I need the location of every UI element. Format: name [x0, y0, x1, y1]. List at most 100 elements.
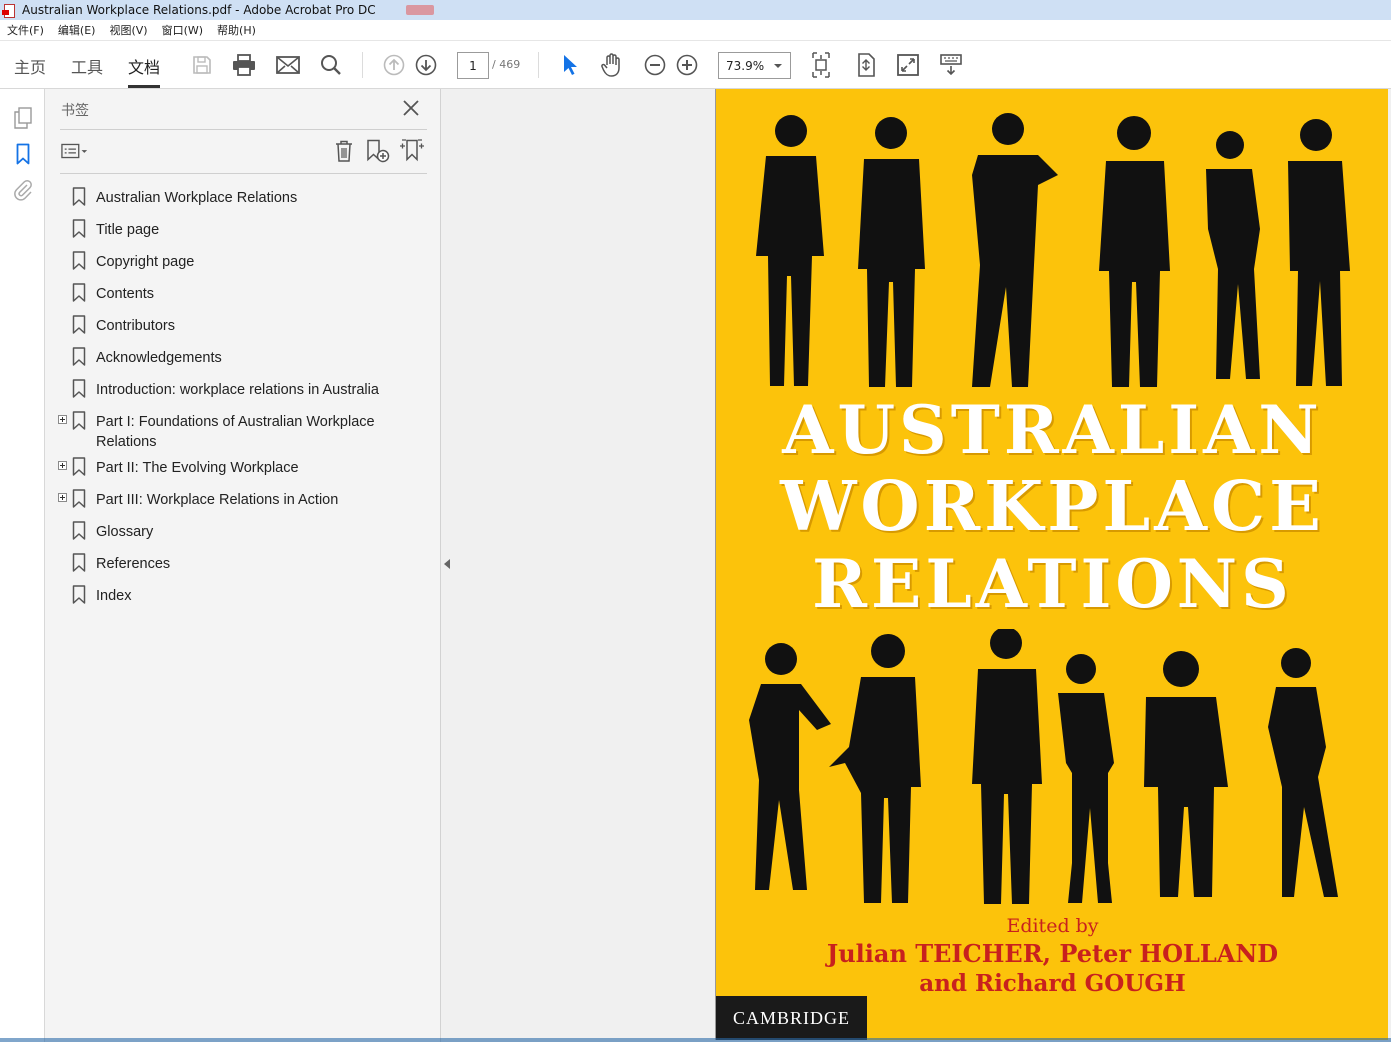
menu-view[interactable]: 视图(V)	[102, 22, 154, 38]
keyboard-down-icon	[940, 54, 962, 76]
close-panel-button[interactable]	[401, 98, 421, 118]
read-mode-button[interactable]	[936, 51, 966, 79]
paperclip-icon	[14, 179, 32, 201]
hand-icon	[601, 53, 620, 77]
titlebar-blur-mark	[405, 5, 434, 15]
bookmark-icon	[72, 457, 86, 476]
pages-icon	[14, 107, 32, 129]
tab-tools[interactable]: 工具	[71, 54, 103, 78]
expand-plus-icon[interactable]	[58, 461, 67, 470]
bookmark-label: Glossary	[96, 524, 154, 540]
bookmark-icon	[72, 489, 86, 508]
bookmark-options-button[interactable]	[61, 138, 89, 164]
cover-edited-by: Edited by	[1006, 915, 1099, 937]
menu-help[interactable]: 帮助(H)	[210, 22, 263, 38]
printer-icon	[233, 54, 255, 76]
zoom-in-button[interactable]	[672, 51, 702, 79]
cover-publisher-logo: CAMBRIDGE	[716, 996, 867, 1040]
bookmark-label: Contributors	[96, 318, 175, 334]
bookmark-icon	[72, 585, 86, 604]
minus-circle-icon	[644, 54, 666, 76]
bookmark-label: Part I: Foundations of Australian Workpl…	[96, 414, 375, 450]
print-button[interactable]	[229, 51, 259, 79]
previous-page-button[interactable]	[379, 51, 409, 79]
fit-page-button[interactable]	[806, 51, 836, 79]
cover-editors-line-2: and Richard GOUGH	[919, 970, 1186, 997]
navigation-rail	[0, 89, 45, 1042]
document-viewer[interactable]: AUSTRALIAN WORKPLACE RELATIONS Edited by…	[441, 89, 1391, 1042]
attachments-button[interactable]	[10, 177, 36, 203]
collapse-panel-arrow-icon[interactable]	[444, 559, 450, 569]
bookmark-label: Part III: Workplace Relations in Action	[96, 492, 339, 508]
window-title: Australian Workplace Relations.pdf - Ado…	[22, 3, 376, 17]
bookmark-icon	[72, 315, 86, 334]
zoom-level-value: 73.9%	[726, 58, 765, 73]
zoom-level-select[interactable]: 73.9%	[718, 52, 791, 79]
cover-title-line-2: WORKPLACE	[780, 467, 1325, 547]
window-titlebar: Australian Workplace Relations.pdf - Ado…	[0, 0, 1391, 20]
menu-file[interactable]: 文件(F)	[0, 22, 51, 38]
panel-title: 书签	[61, 103, 89, 119]
bookmark-label: Acknowledgements	[96, 350, 222, 366]
bookmark-icon	[16, 143, 30, 165]
acrobat-pdf-icon	[2, 3, 16, 18]
plus-circle-icon	[676, 54, 698, 76]
cursor-arrow-icon	[564, 55, 577, 75]
bookmark-icon	[72, 379, 86, 398]
bookmark-label: Contents	[96, 286, 155, 302]
bookmark-icon	[72, 411, 86, 430]
bookmarks-button[interactable]	[10, 141, 36, 167]
page-thumbnails-button[interactable]	[10, 105, 36, 131]
tab-home[interactable]: 主页	[14, 54, 46, 78]
bookmark-icon	[72, 251, 86, 270]
save-icon	[193, 56, 211, 74]
full-screen-button[interactable]	[893, 51, 923, 79]
toolbar-divider	[362, 52, 363, 78]
save-button[interactable]	[187, 51, 217, 79]
search-button[interactable]	[316, 51, 346, 79]
page-number-input[interactable]: 1	[457, 52, 489, 79]
page-fit-icon	[858, 53, 875, 77]
panel-divider	[60, 173, 427, 174]
select-tool-button[interactable]	[555, 51, 585, 79]
bookmark-icon	[72, 553, 86, 572]
bookmark-icon	[72, 187, 86, 206]
next-page-button[interactable]	[411, 51, 441, 79]
hand-tool-button[interactable]	[597, 51, 627, 79]
arrow-down-circle-icon	[415, 54, 437, 76]
menu-edit[interactable]: 编辑(E)	[51, 22, 103, 38]
envelope-icon	[276, 56, 300, 74]
new-bookmark-button[interactable]	[364, 138, 392, 164]
bookmark-add-icon	[367, 139, 390, 163]
search-icon	[321, 55, 341, 75]
bookmark-label: Australian Workplace Relations	[96, 190, 298, 206]
cover-title-line-1: AUSTRALIAN	[782, 391, 1323, 469]
expand-icon	[897, 54, 919, 76]
close-icon	[403, 100, 419, 116]
options-list-icon	[61, 143, 88, 159]
trash-icon	[336, 140, 352, 162]
panel-divider	[60, 129, 427, 130]
pdf-page-cover: AUSTRALIAN WORKPLACE RELATIONS Edited by…	[715, 89, 1388, 1040]
arrow-up-circle-icon	[383, 54, 405, 76]
bookmarks-panel: 书签 Australian Workplace Relations Title …	[45, 89, 441, 1042]
chevron-down-icon	[774, 64, 782, 68]
menu-window[interactable]: 窗口(W)	[155, 22, 210, 38]
zoom-out-button[interactable]	[640, 51, 670, 79]
bookmark-label: Part II: The Evolving Workplace	[96, 460, 299, 476]
bookmark-label: Introduction: workplace relations in Aus…	[96, 382, 379, 398]
email-button[interactable]	[273, 51, 303, 79]
fit-width-button[interactable]	[851, 51, 881, 79]
expand-plus-icon[interactable]	[58, 415, 67, 424]
bookmark-label: Index	[96, 588, 132, 604]
bookmark-icon	[72, 347, 86, 366]
expand-bookmark-button[interactable]	[398, 138, 426, 164]
expand-plus-icon[interactable]	[58, 493, 67, 502]
business-people-silhouettes-bottom	[749, 629, 1338, 904]
tab-document[interactable]: 文档	[128, 54, 161, 88]
delete-bookmark-button[interactable]	[330, 138, 358, 164]
page-total-label: / 469	[492, 58, 521, 71]
cover-editors-line-1: Julian TEICHER, Peter HOLLAND	[826, 939, 1279, 968]
bookmark-icon	[72, 283, 86, 302]
menu-bar: 文件(F) 编辑(E) 视图(V) 窗口(W) 帮助(H)	[0, 20, 1391, 41]
